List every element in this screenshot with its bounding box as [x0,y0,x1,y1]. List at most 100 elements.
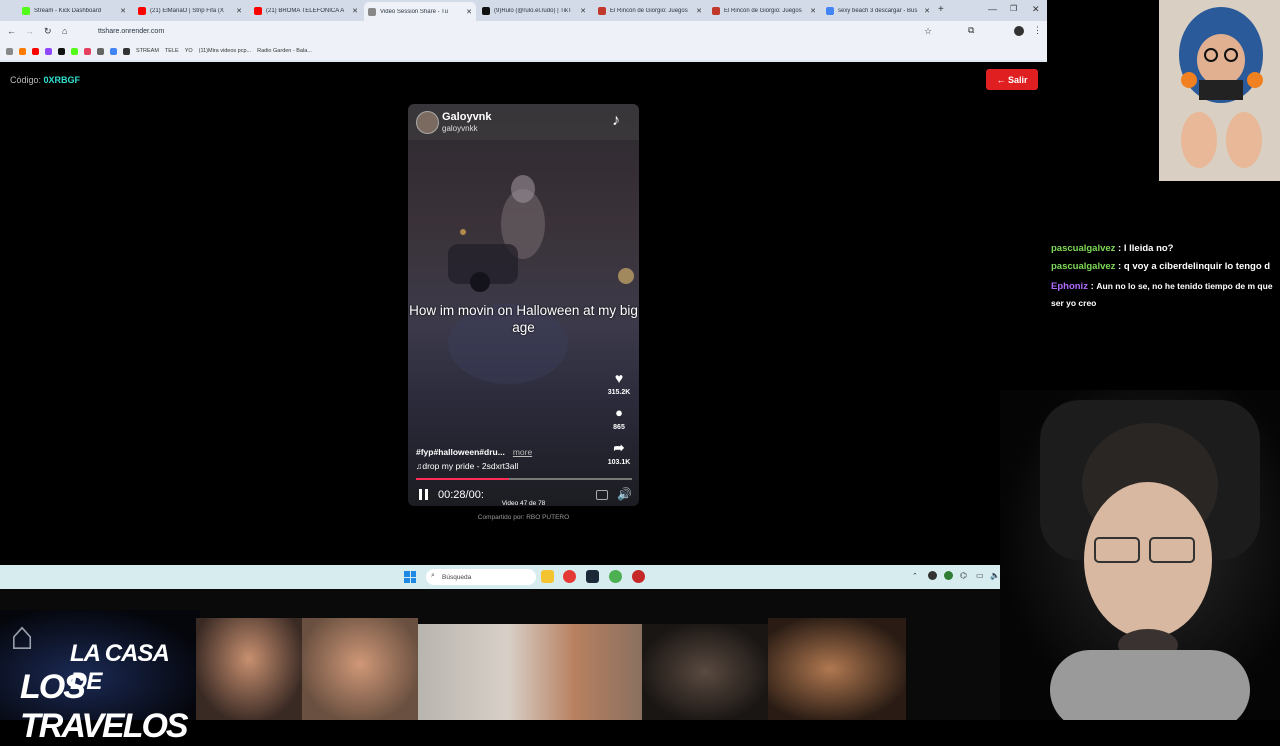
tray-app-icon[interactable] [944,571,953,580]
youtube-icon [138,6,146,15]
close-icon[interactable]: ✕ [810,7,816,15]
bookmark-mira-videos[interactable]: (11)Mira videos pcp... [199,48,251,54]
comments-count: 865 [613,424,625,431]
kick-icon[interactable] [71,47,78,55]
globe-icon [368,7,376,16]
profile-avatar[interactable] [1014,26,1024,36]
twitch-icon[interactable] [45,47,52,55]
author-handle: galoyvnkk [442,124,478,133]
chat-overlay: pascualgalvez : l lleida no? pascualgalv… [1051,240,1280,312]
close-icon[interactable]: ✕ [120,7,126,15]
chat-message: Ephoniz : Aun no lo se, no he tenido tie… [1051,281,1273,308]
bookmark-folder-stream[interactable]: STREAM [136,48,159,54]
overlay-photo [768,618,906,720]
bookmark-icon[interactable] [19,47,26,55]
tab-giorgio-2[interactable]: El Rincón de Giorgio: Juegos ✕ [708,2,820,19]
chat-message: pascualgalvez : l lleida no? [1051,243,1174,254]
file-explorer-icon[interactable] [541,570,554,583]
bookmark-folder-yo[interactable]: YO [185,48,193,54]
youtube-icon[interactable] [32,47,39,55]
menu-icon[interactable]: ⋮ [1033,25,1042,36]
tab-youtube-1[interactable]: (21) ElMañaO | Strip Fifa (X ✕ [134,2,246,19]
comment-icon[interactable]: ● [599,405,639,420]
tab-video-session[interactable]: Video Session Share - Tu ✕ [364,2,476,21]
share-icon[interactable]: ➦ [599,440,639,456]
site-icon[interactable] [123,47,130,55]
forward-icon[interactable]: → [25,26,34,36]
session-code: Código: 0XRBGF [10,75,81,85]
kick-icon [22,6,30,15]
tab-google-search[interactable]: sexy beach 3 descargar - Bus ✕ [822,2,934,19]
tray-chevron-icon[interactable]: ⌃ [912,572,918,580]
reload-icon[interactable]: ↻ [44,26,52,37]
tray-app-icon[interactable] [928,571,937,580]
minimize-icon[interactable]: — [988,4,997,14]
url-input[interactable]: ttshare.onrender.com [90,24,950,39]
close-icon[interactable]: ✕ [466,8,472,16]
exit-button[interactable]: ← Salir [986,69,1038,90]
app-icon[interactable] [563,570,576,583]
tab-tiktok[interactable]: (9)Rulo (@rulo.el.rudo) | TikT ✕ [478,2,590,19]
overlay-photo [302,618,418,720]
video-progress-fill [416,478,509,480]
steam-icon[interactable] [586,570,599,583]
video-progress-bar[interactable] [416,478,632,480]
shared-by: Compartido por: RBO PUTERO [477,514,570,521]
close-icon[interactable]: ✕ [352,7,358,15]
back-icon[interactable]: ← [7,26,16,36]
video-song[interactable]: ♫drop my pride - 2sdxrt3all [416,461,518,471]
app-icon[interactable] [632,570,645,583]
webcam-top-image [1159,0,1280,181]
window-close-icon[interactable]: ✕ [1032,4,1040,15]
more-link[interactable]: more [513,447,532,457]
overlay-photo [642,624,768,720]
author-name[interactable]: Galoyvnk [442,111,492,123]
streamer-webcam [1000,390,1280,720]
chat-username: Ephoniz [1051,281,1088,292]
tab-giorgio-1[interactable]: El Rincón de Giorgio: Juegos ✕ [594,2,706,19]
overlay-photo [418,624,642,720]
overlay-photo [196,618,302,720]
site-icon[interactable] [97,47,104,55]
likes-count: 315.2K [607,389,631,396]
instagram-icon[interactable] [84,47,91,55]
close-icon[interactable]: ✕ [580,7,586,15]
channel-logo: ⌂ LA CASA DE LOS TRAVELOS [0,610,200,745]
extensions-icon[interactable]: ⧉ [968,25,974,36]
shares-count: 103.1K [607,459,631,466]
tab-kick[interactable]: Stream - Kick Dashboard ✕ [18,2,130,19]
chat-username: pascualgalvez [1051,261,1116,272]
site-icon [598,6,606,15]
windows-start-icon[interactable] [404,571,416,583]
close-icon[interactable]: ✕ [924,7,930,15]
tab-youtube-2[interactable]: (21) BROMA TELEFÓNICA A ✕ [250,2,362,19]
home-icon[interactable]: ⌂ [62,26,67,36]
heart-icon[interactable]: ♥ [599,370,639,386]
restore-icon[interactable]: ❐ [1010,4,1017,13]
tiktok-icon[interactable] [58,47,65,55]
speaker-icon[interactable]: 🔈 [990,571,1000,580]
apps-icon[interactable] [6,47,13,55]
google-icon [826,6,834,15]
search-icon: ⌕ [431,572,435,579]
webcam-top [1159,0,1280,181]
close-icon[interactable]: ✕ [236,7,242,15]
monitor-icon[interactable]: ▭ [976,571,984,580]
captions-icon[interactable] [596,490,608,500]
author-avatar[interactable] [416,111,439,134]
chrome-icon[interactable] [609,570,622,583]
session-code-value: 0XRBGF [43,75,81,85]
browser-window: Stream - Kick Dashboard ✕ (21) ElMañaO | … [0,0,1047,62]
site-icon[interactable] [110,47,117,55]
close-icon[interactable]: ✕ [696,7,702,15]
streamer-webcam-image [1040,400,1260,720]
network-icon[interactable]: ⌬ [960,571,967,580]
bookmark-radio-garden[interactable]: Radio Garden - Bala... [257,48,312,54]
bookmarks-bar: STREAM TELE YO (11)Mira videos pcp... Ra… [0,42,1047,60]
video-counter: Video 47 de 78 [501,500,546,507]
volume-icon[interactable]: 🔊 [617,487,632,501]
house-icon: ⌂ [10,614,35,658]
taskbar-search[interactable]: ⌕ Búsqueda [426,569,536,585]
new-tab-button[interactable]: + [938,4,944,15]
bookmark-folder-tele[interactable]: TELE [165,48,179,54]
